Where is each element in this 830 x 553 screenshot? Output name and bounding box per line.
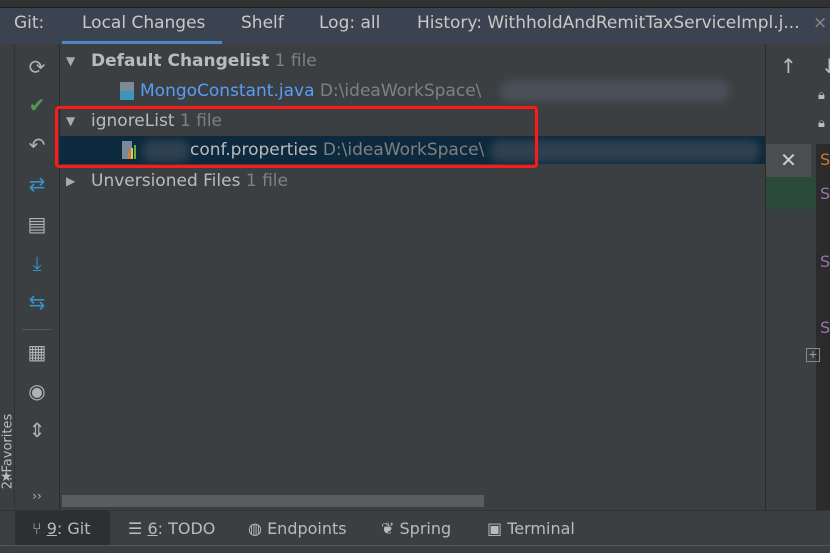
file-path: D:\ideaWorkSpace\ — [319, 81, 482, 101]
close-diff-icon[interactable]: ✕ — [766, 144, 811, 177]
expand-arrow-icon[interactable]: ▼ — [66, 47, 75, 75]
tool-tab-terminal[interactable]: ▣ Terminal — [487, 519, 575, 538]
lock-icon: 🔒︎ — [818, 88, 825, 103]
arrow-down-icon[interactable]: ↓ — [821, 54, 830, 78]
expand-collapse-icon[interactable]: ⇕ — [25, 418, 49, 442]
diff-icon[interactable]: ⇄ — [25, 172, 49, 196]
more-icon[interactable]: ›› — [25, 484, 49, 508]
favorites-bar: 2: Favorites ★ — [0, 44, 15, 510]
code-fragment: S — [820, 318, 830, 337]
tab-label: : TODO — [157, 519, 216, 538]
tool-tab-endpoints[interactable]: ◍ Endpoints — [248, 519, 347, 538]
tab-number: 6 — [147, 519, 158, 538]
globe-icon: ◍ — [248, 519, 262, 538]
horizontal-scrollbar[interactable] — [62, 495, 484, 507]
collapse-arrow-icon[interactable]: ▶ — [66, 167, 75, 195]
eye-icon[interactable]: ◉ — [25, 379, 49, 403]
diff-preview-panel: ↑ ↓ 🔒︎ 🔒︎ ✕ S S S S + — [765, 44, 830, 510]
file-count: 1 file — [245, 171, 288, 191]
file-name: MongoConstant.java — [140, 81, 315, 101]
tool-tab-todo[interactable]: ☰ 6: TODO — [128, 519, 215, 538]
tab-label: Terminal — [507, 519, 575, 538]
tab-local-changes[interactable]: Local Changes — [82, 13, 205, 33]
editor-tabs-strip — [0, 0, 830, 8]
status-bar — [0, 545, 830, 553]
arrow-up-icon[interactable]: ↑ — [780, 54, 797, 78]
tab-shelf[interactable]: Shelf — [241, 13, 284, 33]
commit-check-icon[interactable]: ✔ — [25, 93, 49, 117]
tab-label: : Git — [56, 519, 91, 538]
changelist-name: Unversioned Files — [91, 171, 241, 191]
tab-label: Endpoints — [267, 519, 347, 538]
refresh-icon[interactable]: ⟳ — [25, 55, 49, 79]
tool-window-tabs: Git: Local Changes Shelf Log: all Histor… — [0, 8, 830, 44]
redacted-path — [500, 80, 730, 102]
code-fragment: S — [820, 252, 830, 271]
branch-icon: ⑂ — [32, 519, 42, 538]
changelist-name: Default Changelist — [91, 51, 270, 71]
tool-tab-git[interactable]: ⑂ 9: Git — [32, 519, 90, 538]
tab-history[interactable]: History: WithholdAndRemitTaxServiceImpl.… — [417, 13, 800, 33]
file-count: 1 file — [274, 51, 317, 71]
git-label: Git: — [14, 13, 45, 33]
group-by-icon[interactable]: ▦ — [25, 340, 49, 364]
changes-toolbar: ⟳ ✔ ↶ ⇄ ▤ ⤓ ⇆ ▦ ◉ ⇕ ›› — [15, 44, 60, 510]
close-tab-icon[interactable]: × — [813, 13, 827, 33]
tool-tab-spring[interactable]: ❦ Spring — [381, 519, 451, 538]
spring-leaf-icon: ❦ — [381, 519, 395, 538]
tab-label: Spring — [399, 519, 452, 538]
highlight-box — [55, 106, 538, 168]
toolbar-divider — [22, 329, 52, 330]
java-file-icon — [120, 82, 136, 100]
editor-gutter: S S S S — [816, 144, 830, 510]
expand-fold-icon[interactable]: + — [806, 348, 820, 362]
rollback-icon[interactable]: ↶ — [25, 133, 49, 157]
bottom-tool-bar: ⑂ 9: Git ☰ 6: TODO ◍ Endpoints ❦ Spring … — [0, 510, 830, 546]
code-fragment: S — [820, 150, 830, 169]
update-icon[interactable]: ⤓ — [25, 251, 49, 275]
merge-icon[interactable]: ⇆ — [25, 290, 49, 314]
star-icon: ★ — [0, 469, 13, 485]
terminal-icon: ▣ — [487, 519, 503, 538]
changelist-icon[interactable]: ▤ — [25, 212, 49, 236]
changelist-default[interactable]: ▼ Default Changelist 1 file — [60, 47, 765, 75]
tab-number: 9 — [46, 519, 57, 538]
lock-icon: 🔒︎ — [818, 116, 825, 131]
code-fragment: S — [820, 184, 830, 203]
list-icon: ☰ — [128, 519, 143, 538]
changelist-unversioned[interactable]: ▶ Unversioned Files 1 file — [60, 167, 765, 195]
tab-log[interactable]: Log: all — [319, 13, 380, 33]
diff-change-marker — [766, 177, 816, 209]
file-row[interactable]: MongoConstant.java D:\ideaWorkSpace\ — [60, 77, 765, 105]
